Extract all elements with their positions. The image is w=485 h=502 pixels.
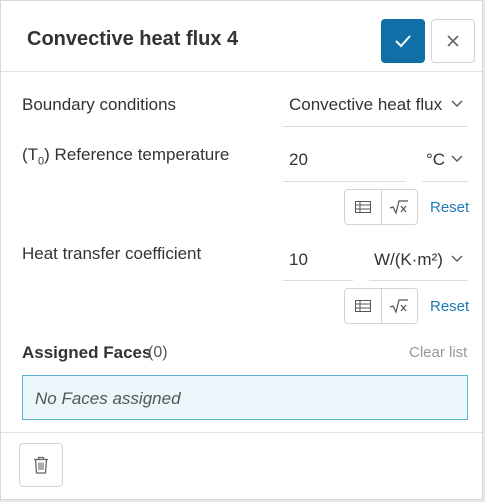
input-underline [283,181,406,182]
chevron-down-icon [451,155,463,162]
trash-icon [34,456,48,474]
reference-temperature-reset-link[interactable]: Reset [430,199,469,216]
ref-temp-label-suffix: ) Reference temperature [44,145,230,164]
input-underline [283,280,353,281]
formula-input-button[interactable] [380,289,418,323]
reference-temperature-tools [344,189,418,225]
formula-input-button[interactable] [380,190,418,224]
assigned-faces-box[interactable]: No Faces assigned [22,375,468,420]
chevron-down-icon [451,255,463,262]
select-underline [283,126,468,127]
heat-transfer-coefficient-reset-link[interactable]: Reset [430,298,469,315]
unit-underline [422,181,468,182]
heat-transfer-coefficient-value: 10 [289,250,308,269]
square-root-x-icon [390,200,409,215]
footer-divider [1,432,482,433]
reference-temperature-label: (T0) Reference temperature [22,145,229,167]
close-button[interactable] [431,19,475,63]
confirm-button[interactable] [381,19,425,63]
boundary-condition-panel: Convective heat flux 4 Boundary conditio… [0,0,483,500]
unit-underline [369,280,468,281]
close-icon [447,35,459,47]
check-icon [395,35,411,48]
reference-temperature-value: 20 [289,150,308,169]
boundary-conditions-value: Convective heat flux [289,95,443,114]
no-faces-message: No Faces assigned [35,389,181,408]
table-icon [354,300,371,312]
panel-title: Convective heat flux 4 [27,28,239,50]
delete-button[interactable] [19,443,63,487]
heat-transfer-coefficient-unit: W/(K·m²) [374,250,443,269]
heat-transfer-coefficient-label: Heat transfer coefficient [22,244,202,263]
assigned-faces-count: (0) [148,344,168,361]
table-icon [354,201,371,213]
square-root-x-icon [390,299,409,314]
chevron-down-icon [451,100,463,107]
reference-temperature-unit: °C [426,150,446,169]
table-input-button[interactable] [345,190,381,224]
ref-temp-label-prefix: (T [22,145,39,164]
assigned-faces-title: Assigned Faces [22,343,152,362]
boundary-conditions-label: Boundary conditions [22,95,177,114]
table-input-button[interactable] [345,289,381,323]
clear-list-link[interactable]: Clear list [409,344,467,361]
heat-transfer-coefficient-tools [344,288,418,324]
panel-header: Convective heat flux 4 [1,1,482,72]
